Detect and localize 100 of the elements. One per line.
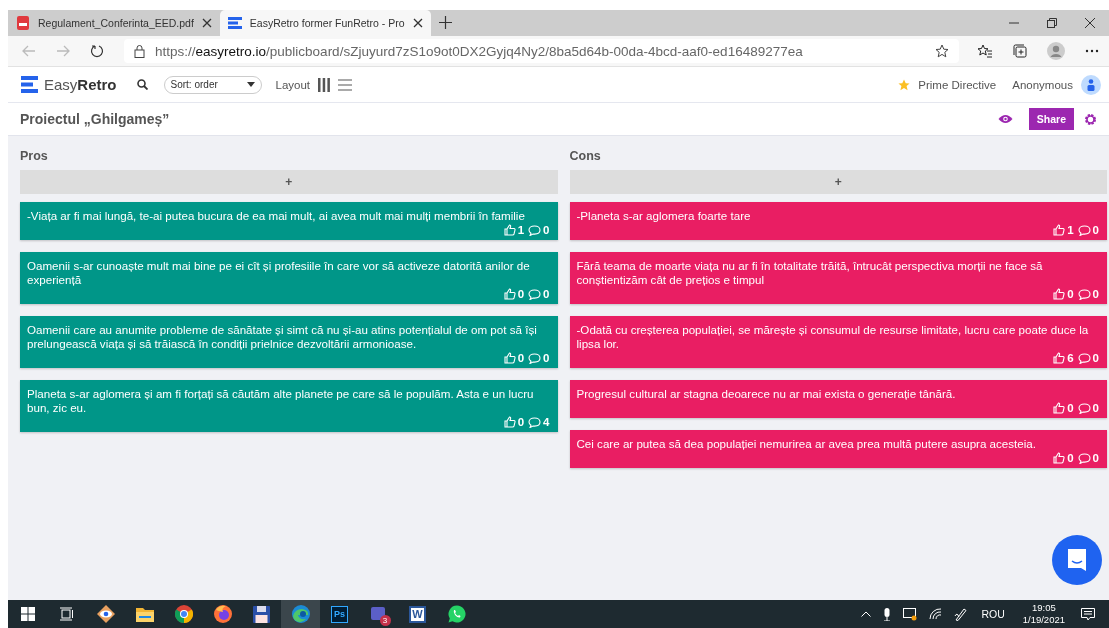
- like-count: 0: [517, 288, 525, 300]
- card-text: Fără teama de moarte viața nu ar fi în totalitate trăită, întrucât perspectiva morții ne face să conștientizăm cât de prețios e timpul: [576, 259, 1044, 287]
- card-text: -Planeta s-ar aglomera foarte tare: [576, 209, 752, 223]
- like-icon[interactable]: [1053, 352, 1066, 364]
- prime-directive-link[interactable]: Prime Directive: [918, 78, 997, 91]
- comment-icon[interactable]: [528, 288, 542, 300]
- layout-label: Layout: [275, 78, 311, 91]
- comment-icon[interactable]: [1077, 452, 1091, 464]
- comment-icon[interactable]: [528, 416, 542, 428]
- comment-icon[interactable]: [528, 224, 542, 236]
- add-card-button[interactable]: +: [569, 170, 1107, 194]
- more-icon[interactable]: [1085, 49, 1099, 53]
- like-icon[interactable]: [1053, 402, 1066, 414]
- like-icon[interactable]: [503, 352, 516, 364]
- like-icon[interactable]: [1053, 288, 1066, 300]
- like-icon[interactable]: [1053, 452, 1066, 464]
- comment-count: 4: [543, 416, 550, 428]
- caret-icon: [246, 82, 255, 87]
- card-text: -Viața ar fi mai lungă, te-ai putea bucura de ea mai mult, ai avea mult mai mulți membrii în familie: [27, 209, 526, 223]
- restore-icon[interactable]: [1047, 18, 1057, 28]
- board-title: Proiectul „Ghilgameș”: [20, 111, 170, 127]
- comment-icon[interactable]: [1077, 352, 1091, 364]
- card[interactable]: Oamenii care au anumite probleme de sănătate și simt că nu și-au atins potențialul de om pot să își prelungească viața și să trăiască în condiții prielnice dezvoltării armonioase. 0 0: [20, 316, 558, 368]
- card[interactable]: Oamenii s-ar cunoaște mult mai bine pe ei cît și profesiile în care vor să activeze datorită anilor de experiență 0 0: [20, 252, 558, 304]
- display-icon[interactable]: [903, 607, 918, 621]
- favorites-icon[interactable]: [977, 44, 993, 58]
- card-text: Planeta s-ar aglomera și am fi forțați să căutăm alte planete pe care să le populăm. Asta e un lucru bun, zic eu.: [27, 387, 535, 415]
- like-icon[interactable]: [503, 224, 516, 236]
- taskbar-app[interactable]: Ps: [320, 600, 359, 628]
- card[interactable]: -Viața ar fi mai lungă, te-ai putea bucura de ea mai mult, ai avea mult mai mulți membrii în familie 1 0: [20, 202, 558, 240]
- card[interactable]: Planeta s-ar aglomera și am fi forțați să căutăm alte planete pe care să le populăm. Asta e un lucru bun, zic eu. 0 4: [20, 380, 558, 432]
- folder-icon: [135, 606, 154, 622]
- close-icon[interactable]: [1085, 18, 1095, 28]
- comment-icon[interactable]: [1077, 224, 1091, 236]
- card-text: Oamenii care au anumite probleme de sănătate și simt că nu și-au atins potențialul de om pot să își prelungească viața și să trăiască în condiții prielnice dezvoltării armonioase.: [27, 323, 538, 351]
- pen-icon[interactable]: [954, 607, 968, 621]
- clock[interactable]: 19:05 1/19/2021: [1022, 602, 1065, 626]
- language-indicator[interactable]: ROU: [981, 608, 1005, 620]
- address-bar[interactable]: https://easyretro.io/publicboard/sZjuyurd7zS1o9ot0DX2Gyjq4Ny2/8ba5d64b-00da-4bcd-aaf0-ed16489277ea: [124, 39, 959, 63]
- close-icon[interactable]: [201, 18, 212, 28]
- notification-badge: 3: [379, 615, 391, 626]
- comment-count: 0: [543, 288, 550, 300]
- comment-count: 0: [543, 352, 550, 364]
- comment-count: 0: [1092, 402, 1099, 414]
- profile-icon[interactable]: [1047, 42, 1065, 60]
- card[interactable]: -Odată cu creșterea populației, se mărește și consumul de resurse limitate, lucru care poate duce la lipsa lor. 6 0: [569, 316, 1107, 368]
- browser-tab[interactable]: Regulament_Conferinta_EED.pdf: [8, 10, 220, 36]
- card-text: -Odată cu creșterea populației, se mărește și consumul de resurse limitate, lucru care poate duce la lipsa lor.: [576, 323, 1090, 351]
- close-icon[interactable]: [412, 18, 423, 28]
- collections-icon[interactable]: [1013, 44, 1027, 58]
- like-count: 1: [517, 224, 525, 236]
- logo-text[interactable]: EasyRetro: [44, 76, 117, 93]
- settings-icon[interactable]: [1084, 112, 1097, 126]
- word-icon: W: [409, 605, 426, 623]
- column-title: Cons: [569, 148, 602, 165]
- user-name: Anonymous: [1012, 78, 1073, 91]
- taskbar-app[interactable]: W: [398, 600, 437, 628]
- eye-icon: [96, 605, 115, 623]
- like-count: 0: [1067, 452, 1074, 464]
- star-icon[interactable]: [935, 44, 949, 58]
- card[interactable]: Cei care ar putea să dea populației nemurirea ar avea prea multă putere asupra acesteia. 0 0: [569, 430, 1107, 468]
- comment-icon[interactable]: [528, 352, 542, 364]
- column-title: Pros: [20, 148, 49, 165]
- comment-count: 0: [1092, 288, 1099, 300]
- browser-tab[interactable]: EasyRetro former FunRetro - Pro: [219, 10, 431, 36]
- comment-count: 0: [1092, 224, 1099, 236]
- wifi-icon[interactable]: [929, 608, 943, 620]
- notifications-icon[interactable]: [1081, 607, 1095, 621]
- like-icon[interactable]: [503, 416, 516, 428]
- logo-icon: [227, 17, 242, 29]
- card-text: Oamenii s-ar cunoaște mult mai bine pe ei cît și profesiile în care vor să activeze datorită anilor de experiență: [27, 259, 531, 287]
- microphone-icon[interactable]: [883, 607, 892, 621]
- like-count: 0: [1067, 402, 1074, 414]
- like-count: 1: [1067, 224, 1074, 236]
- comment-icon[interactable]: [1077, 402, 1091, 414]
- chevron-up-icon[interactable]: [861, 611, 872, 617]
- taskbar-app[interactable]: 3: [359, 600, 398, 628]
- avatar-icon[interactable]: [1081, 74, 1101, 95]
- like-count: 6: [1067, 352, 1074, 364]
- refresh-icon[interactable]: [90, 44, 104, 58]
- new-tab-icon[interactable]: [438, 16, 452, 29]
- chat-icon[interactable]: [1052, 535, 1102, 585]
- columns-layout-icon[interactable]: [318, 77, 331, 92]
- card[interactable]: -Planeta s-ar aglomera foarte tare 1 0: [569, 202, 1107, 240]
- logo-icon: [21, 76, 38, 93]
- like-count: 0: [517, 352, 525, 364]
- add-card-button[interactable]: +: [20, 170, 558, 194]
- like-icon[interactable]: [503, 288, 516, 300]
- card[interactable]: Progresul cultural ar stagna deoarece nu ar mai exista o generație tânără. 0 0: [569, 380, 1107, 418]
- browser-icon: [291, 605, 310, 623]
- comment-icon[interactable]: [1077, 288, 1091, 300]
- card[interactable]: Fără teama de moarte viața nu ar fi în totalitate trăită, întrucât perspectiva morții ne face să conștientizăm cât de prețios e timpul 0 0: [569, 252, 1107, 304]
- like-icon[interactable]: [1053, 224, 1066, 236]
- eye-icon[interactable]: [997, 114, 1013, 124]
- share-button[interactable]: Share: [1028, 108, 1074, 130]
- card-text: Progresul cultural ar stagna deoarece nu ar mai exista o generație tânără.: [576, 387, 957, 401]
- like-count: 0: [1067, 288, 1074, 300]
- lock-icon: [134, 44, 145, 58]
- photoshop-icon: Ps: [331, 605, 348, 623]
- search-icon[interactable]: [136, 79, 148, 90]
